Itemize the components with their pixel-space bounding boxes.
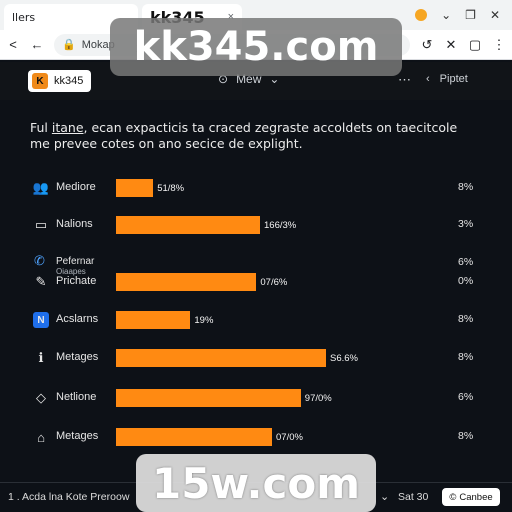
bar-track: 51/8% [116, 179, 356, 197]
row-percent: 6% [458, 256, 474, 268]
stat-row[interactable]: ⌂ Metages 07/0% 8% [0, 427, 512, 447]
stat-row[interactable]: ◇ Netlione 97/0% 6% [0, 388, 512, 408]
bar-value: 07/0% [276, 432, 303, 443]
bar-fill [116, 179, 154, 197]
stat-row[interactable]: ℹ Metages S6.6% 8% [0, 348, 512, 368]
footer-date: Sat 30 [398, 491, 429, 503]
bar-fill [116, 349, 326, 367]
row-percent: 8% [458, 430, 474, 442]
button-icon: © [449, 491, 457, 503]
bar-value: 166/3% [264, 220, 297, 231]
row-label-performer: Pefernar [56, 256, 95, 267]
stat-row[interactable]: 👥 Mediore 51/8% 8% [0, 178, 512, 198]
stat-row[interactable]: ▭ Nalions 166/3% 3% [0, 215, 512, 235]
row-percent: 8% [458, 313, 474, 325]
bar-track: 97/0% [116, 389, 356, 407]
bar-track: 07/6% [116, 273, 356, 291]
bar-track: 166/3% [116, 216, 356, 234]
info-icon: ℹ [38, 350, 44, 365]
chevron-down-icon[interactable]: ⌄ [380, 490, 389, 503]
bar-fill [116, 311, 191, 329]
row-label: Prichate [56, 275, 97, 287]
row-sublabel: Oiaapes [56, 267, 86, 276]
footer-status: 1 . Acda lna Kote Preroow [8, 491, 130, 503]
watermark-top: kk345.com [110, 18, 402, 76]
button-label: Canbee [459, 491, 493, 503]
row-label: Mediore [56, 181, 96, 193]
tag-icon: ◇ [36, 390, 46, 405]
users-icon: 👥 [32, 180, 50, 195]
bar-value: S6.6% [330, 353, 358, 364]
monitor-icon: ▭ [34, 217, 48, 232]
bar-track: 19% [116, 311, 356, 329]
row-label: Metages [56, 351, 99, 363]
cancel-button[interactable]: © Canbee [442, 488, 500, 506]
row-percent: 8% [458, 351, 474, 363]
edit-icon: ✎ [35, 274, 47, 289]
bar-fill [116, 428, 272, 446]
bar-fill [116, 273, 257, 291]
briefcase-icon: ⌂ [37, 429, 45, 445]
row-percent: 3% [458, 218, 474, 230]
phone-icon: ✆ [34, 253, 45, 268]
bar-value: 51/8% [157, 183, 185, 194]
row-label: Metages [56, 430, 99, 442]
bar-track: S6.6% [116, 349, 358, 367]
bar-track: 07/0% [116, 428, 356, 446]
bar-fill [116, 389, 301, 407]
bar-value: 19% [194, 315, 214, 326]
row-percent: 8% [458, 181, 474, 193]
row-percent: 6% [458, 391, 474, 403]
n-box-icon: N [33, 312, 49, 328]
watermark-bottom: 15w.com [136, 454, 376, 512]
bar-value: 07/6% [260, 277, 288, 288]
stat-row[interactable]: N Acslarns 19% 8% [0, 310, 512, 330]
row-label: Acslarns [56, 313, 99, 325]
row-label: Nalions [56, 218, 93, 230]
bar-fill [116, 216, 260, 234]
row-percent: 0% [458, 275, 474, 287]
row-label: Netlione [56, 391, 97, 403]
bar-value: 97/0% [304, 393, 332, 404]
